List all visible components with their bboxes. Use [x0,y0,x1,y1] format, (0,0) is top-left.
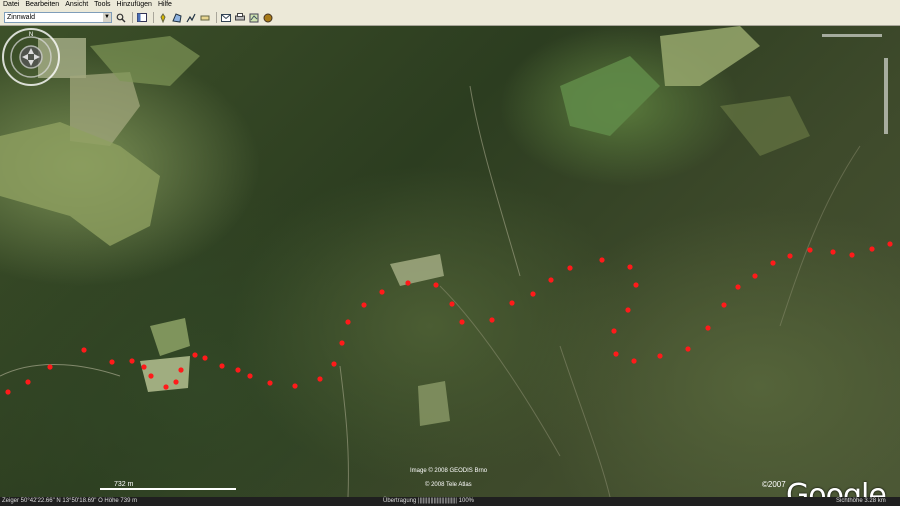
track-point [235,367,241,373]
sky-icon[interactable] [262,12,273,23]
map-view[interactable]: N Image © 2008 GEODIS Brno © 2008 Tele A… [0,26,900,497]
track-point [705,325,711,331]
track-point [752,273,758,279]
navigation-compass[interactable]: N [0,26,62,88]
menu-datei[interactable]: Datei [0,0,22,10]
track-point [178,367,184,373]
track-point [339,340,345,346]
track-point [5,389,11,395]
track-point [627,264,633,270]
track-point [770,260,776,266]
track-point [735,284,741,290]
track-point [787,253,793,259]
track-point [25,379,31,385]
track-point [830,249,836,255]
track-point [887,241,893,247]
pointer-coordinates: Zeiger 50°42'22.66" N 13°50'18.69" O Höh… [2,498,138,504]
track-point [849,252,855,258]
track-point [292,383,298,389]
track-point [141,364,147,370]
track-point [613,351,619,357]
track-point [129,358,135,364]
track-point [148,373,154,379]
track-point [109,359,115,365]
track-point [405,280,411,286]
svg-text:N: N [29,32,33,38]
chevron-down-icon[interactable]: ▼ [103,13,111,22]
track-point [599,257,605,263]
track-point [489,317,495,323]
google-logo: Google [786,478,887,497]
track-point [219,363,225,369]
track-point [361,302,367,308]
scale-bar [100,488,236,490]
track-point [81,347,87,353]
zoom-slider[interactable] [884,58,888,134]
search-input-value: Zinnwald [7,14,36,21]
track-point [509,300,515,306]
gps-track [5,241,893,395]
tele-atlas-credit: © 2008 Tele Atlas [425,482,472,488]
track-point [47,364,53,370]
track-point [163,384,169,390]
search-go-icon[interactable] [115,12,126,23]
track-point [331,361,337,367]
track-point [459,319,465,325]
track-point [345,319,351,325]
placemark-icon[interactable] [157,12,168,23]
track-point [449,301,455,307]
track-point [379,289,385,295]
track-point [567,265,573,271]
track-point [530,291,536,297]
menu-bearbeiten[interactable]: Bearbeiten [22,0,62,10]
menu-hilfe[interactable]: Hilfe [155,0,175,10]
track-point [317,376,323,382]
track-point [721,302,727,308]
track-point [267,380,273,386]
toolbar-separator [153,12,154,23]
toolbar: Zinnwald ▼ [0,10,900,26]
map-view-icon[interactable] [248,12,259,23]
toolbar-separator [132,12,133,23]
ruler-icon[interactable] [199,12,210,23]
track-point [633,282,639,288]
scale-label: 732 m [114,481,134,488]
status-bar: Zeiger 50°42'22.66" N 13°50'18.69" O Höh… [0,497,900,506]
print-icon[interactable] [234,12,245,23]
track-point [192,352,198,358]
search-input[interactable]: Zinnwald ▼ [4,12,112,23]
polygon-icon[interactable] [171,12,182,23]
track-point [631,358,637,364]
track-point [869,246,875,252]
streaming-progress: Übertragung ||||||||||||||||||||||||| 10… [383,498,474,504]
track-point [807,247,813,253]
toolbar-separator [216,12,217,23]
path-icon[interactable] [185,12,196,23]
menu-ansicht[interactable]: Ansicht [62,0,91,10]
menu-hinzufuegen[interactable]: Hinzufügen [114,0,155,10]
eye-altitude: Sichthöhe 3.28 km [836,498,886,504]
track-point [202,355,208,361]
image-credit: Image © 2008 GEODIS Brno [410,468,488,474]
track-point [685,346,691,352]
track-point [625,307,631,313]
track-point [548,277,554,283]
email-icon[interactable] [220,12,231,23]
sidebar-toggle-icon[interactable] [136,12,147,23]
track-point [173,379,179,385]
track-point [247,373,253,379]
track-point [657,353,663,359]
google-copyright-year: ©2007 [762,480,786,489]
menu-bar: Datei Bearbeiten Ansicht Tools Hinzufüge… [0,0,900,10]
menu-tools[interactable]: Tools [91,0,113,10]
track-point [611,328,617,334]
track-point [433,282,439,288]
tilt-slider[interactable] [822,34,882,37]
